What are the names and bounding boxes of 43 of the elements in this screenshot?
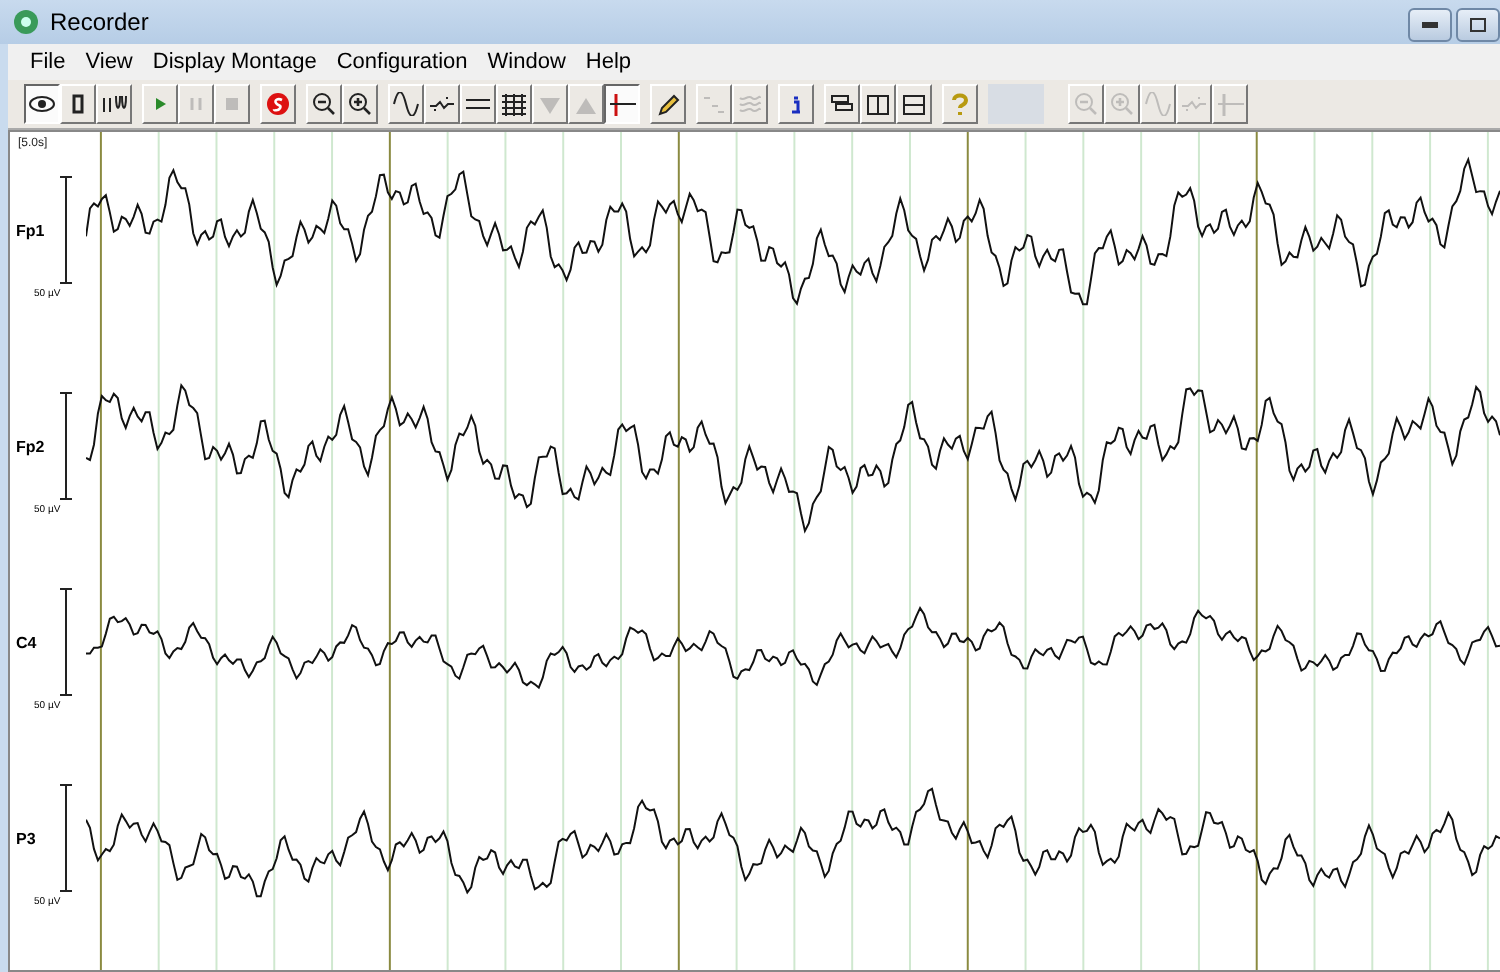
record-icon [264, 92, 292, 116]
menu-item[interactable]: File [20, 50, 76, 74]
help-icon [946, 92, 974, 116]
minimize-button[interactable] [1408, 7, 1452, 41]
zoom-in-icon [346, 92, 374, 116]
channel-label: Fp1 [14, 221, 47, 239]
zoom-in-icon [1108, 92, 1136, 116]
down-icon [536, 92, 564, 116]
filter-icon [828, 92, 856, 116]
marker-icon [1216, 92, 1244, 116]
traces-icon [100, 92, 128, 116]
scale-bar-icon [60, 392, 72, 500]
dotted-icon [428, 92, 456, 116]
menu-item[interactable]: Help [575, 50, 642, 74]
menu-item[interactable]: Configuration [326, 50, 478, 74]
wave-icon [1144, 92, 1172, 116]
channel-label: P3 [14, 829, 38, 847]
scale-bar-icon [60, 176, 72, 284]
channel-label: Fp2 [14, 437, 47, 455]
zoom-out-icon [310, 92, 338, 116]
menu-item[interactable]: View [75, 50, 143, 74]
maximize-button[interactable] [1456, 7, 1500, 41]
waves-icon [736, 92, 764, 116]
scale-bar-icon [60, 588, 72, 696]
app-icon [12, 8, 40, 36]
toolbar-button[interactable] [604, 84, 640, 124]
rows-icon [900, 92, 928, 116]
window-title: Recorder [50, 8, 149, 36]
dotted-icon [1180, 92, 1208, 116]
menu-item[interactable]: Display Montage [142, 50, 327, 74]
maximize-icon [1470, 17, 1486, 31]
eye-icon [28, 92, 56, 116]
marker-icon [608, 92, 636, 116]
grid-icon [500, 92, 528, 116]
zoom-out-icon [1072, 92, 1100, 116]
pencil-icon [654, 92, 682, 116]
menu-item[interactable]: Window [477, 50, 576, 74]
channel-label: C4 [14, 633, 39, 651]
columns-icon [864, 92, 892, 116]
scale-bar-icon [60, 784, 72, 892]
toolbar-button[interactable] [24, 84, 60, 124]
minimize-icon [1422, 21, 1438, 27]
wave-icon [392, 92, 420, 116]
